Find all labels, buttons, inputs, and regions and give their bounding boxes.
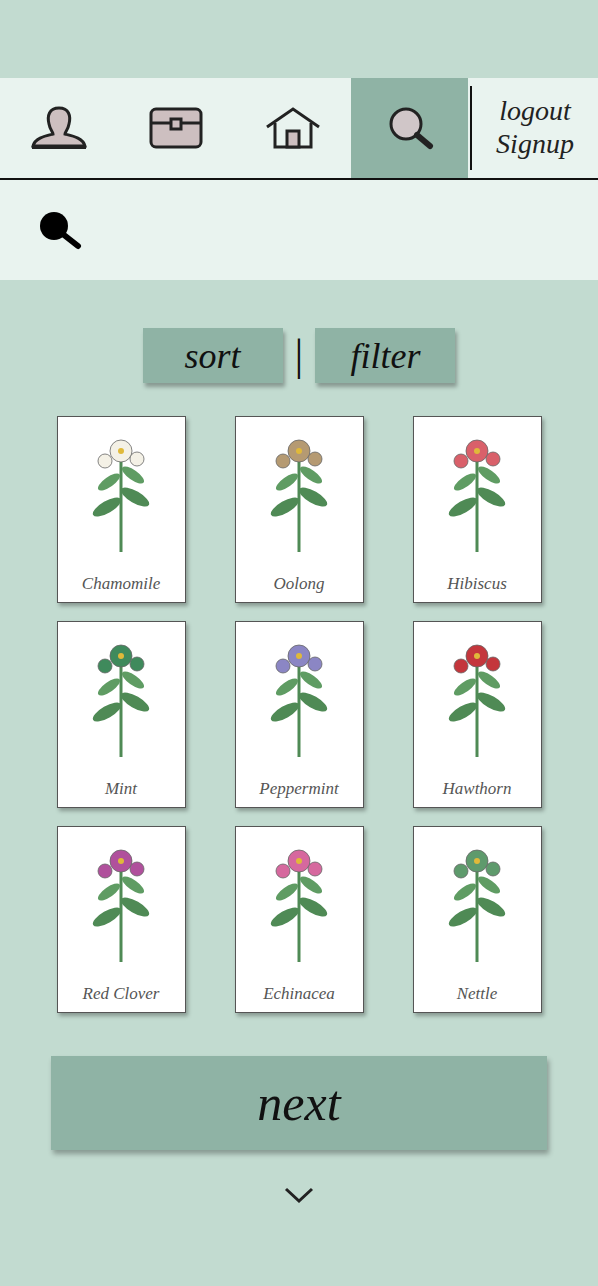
search-bar [0,180,598,280]
inventory-tab[interactable] [117,78,234,178]
top-spacer [0,0,598,78]
plant-icon [249,837,349,967]
home-icon [263,105,323,151]
herb-name: Echinacea [263,984,335,1004]
plant-icon [427,837,527,967]
herb-card[interactable]: Red Clover [57,826,186,1013]
herb-name: Mint [105,779,137,799]
herb-name: Hawthorn [443,779,512,799]
search-icon [382,104,438,152]
herb-card[interactable]: Chamomile [57,416,186,603]
herb-name: Chamomile [82,574,160,594]
app-page: logoutSignup sort |filter Chamomile Oolong Hi… [0,0,598,1286]
plant-icon [249,632,349,762]
scroll-down[interactable] [283,1186,315,1204]
sort-filter-bar: sort |filter [143,328,456,383]
herb-card[interactable]: Hawthorn [413,621,542,808]
chest-icon [147,105,205,151]
plant-icon [71,632,171,762]
herb-name: Red Clover [83,984,160,1004]
herb-card[interactable]: Mint [57,621,186,808]
profile-icon [27,104,91,152]
home-tab[interactable] [234,78,351,178]
chevron-down-icon [283,1186,315,1204]
sort-button[interactable]: sort [143,328,283,383]
herb-name: Nettle [457,984,498,1004]
herb-card[interactable]: Hibiscus [413,416,542,603]
herb-grid: Chamomile Oolong Hibiscus Mint Peppermint Haw… [57,416,542,1013]
plant-icon [427,632,527,762]
profile-tab[interactable] [0,78,117,178]
herb-card[interactable]: Nettle [413,826,542,1013]
plant-icon [249,427,349,557]
next-button[interactable]: next [51,1056,547,1150]
auth-link[interactable]: Signup [496,129,574,160]
herb-name: Oolong [274,574,325,594]
herb-name: Hibiscus [447,574,507,594]
separator: | [295,334,304,378]
herb-card[interactable]: Echinacea [235,826,364,1013]
nav-divider [470,86,472,170]
plant-icon [71,427,171,557]
auth-link[interactable]: logout [499,96,571,127]
auth-links: logoutSignup [472,78,598,178]
plant-icon [71,837,171,967]
herb-card[interactable]: Peppermint [235,621,364,808]
nav-bar: logoutSignup [0,78,598,180]
search-input[interactable] [98,216,578,244]
search-tab[interactable] [351,78,468,178]
plant-icon [427,427,527,557]
herb-name: Peppermint [259,779,338,799]
herb-card[interactable]: Oolong [235,416,364,603]
filter-button[interactable]: filter [315,328,455,383]
search-icon [34,208,88,252]
